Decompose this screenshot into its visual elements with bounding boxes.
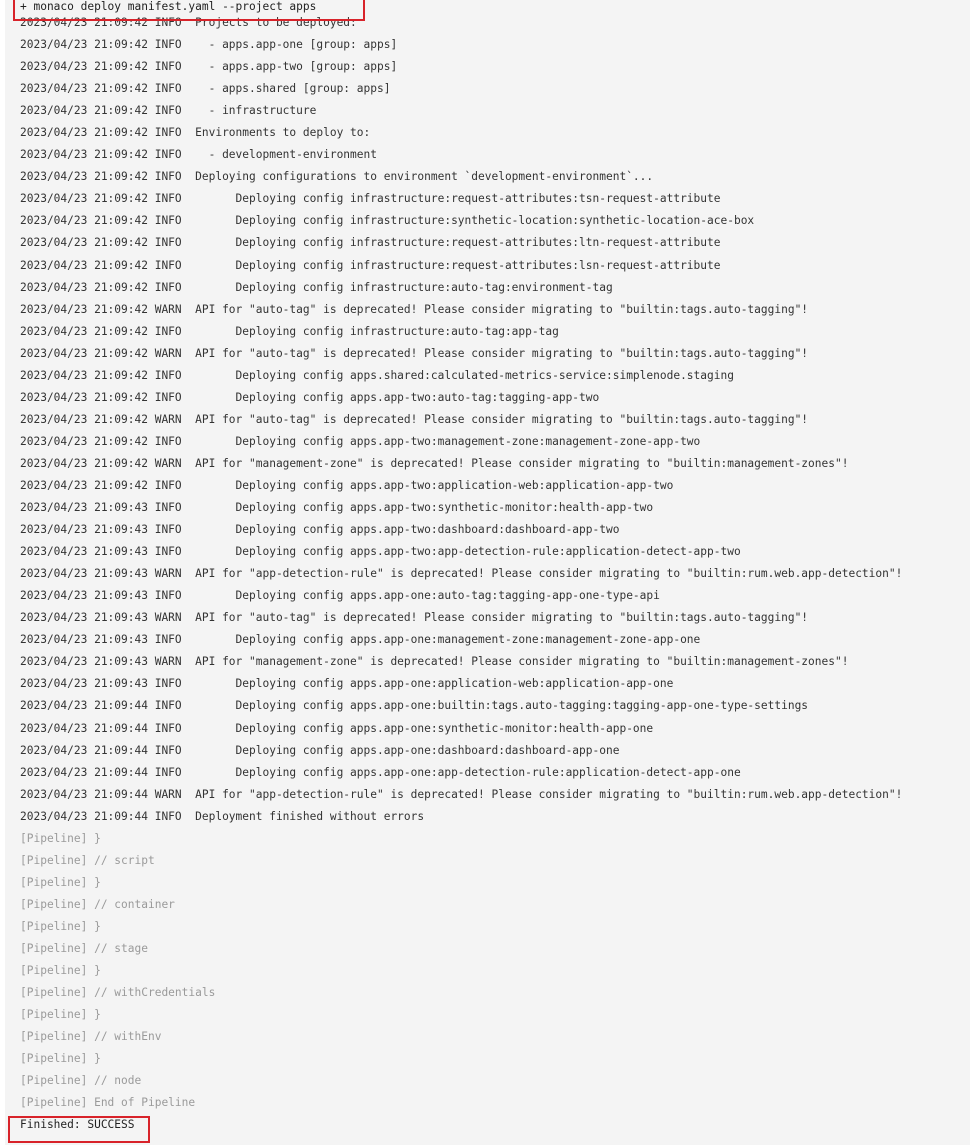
log-line: 2023/04/23 21:09:43 INFO Deploying confi… xyxy=(20,589,660,603)
log-line: 2023/04/23 21:09:42 INFO - apps.app-one … xyxy=(20,38,398,52)
log-line: 2023/04/23 21:09:42 INFO Deploying confi… xyxy=(20,478,674,492)
log-line: 2023/04/23 21:09:42 INFO - infrastructur… xyxy=(20,104,317,118)
log-line: 2023/04/23 21:09:42 INFO Deploying confi… xyxy=(20,214,755,228)
log-line: 2023/04/23 21:09:42 INFO Deploying confi… xyxy=(20,434,701,448)
pipeline-block: [Pipeline] } [Pipeline] // script [Pipelin… xyxy=(20,832,970,1119)
pipeline-line: [Pipeline] // withEnv xyxy=(20,1030,162,1044)
log-line: 2023/04/23 21:09:44 INFO Deploying confi… xyxy=(20,699,809,713)
pipeline-line: [Pipeline] End of Pipeline xyxy=(20,1096,196,1110)
pipeline-line: [Pipeline] // stage xyxy=(20,941,148,955)
log-line: 2023/04/23 21:09:42 INFO Deploying confi… xyxy=(20,324,559,338)
pipeline-line: [Pipeline] } xyxy=(20,964,101,978)
pipeline-line: [Pipeline] // container xyxy=(20,897,175,911)
pipeline-line: [Pipeline] } xyxy=(20,919,101,933)
log-line: 2023/04/23 21:09:42 INFO Projects to be … xyxy=(20,16,357,29)
log-line: 2023/04/23 21:09:42 INFO Deploying confi… xyxy=(20,236,721,250)
log-line: 2023/04/23 21:09:44 INFO Deploying confi… xyxy=(20,721,654,735)
log-line: 2023/04/23 21:09:42 INFO - development-e… xyxy=(20,148,377,162)
log-line: 2023/04/23 21:09:42 INFO Deploying confi… xyxy=(20,390,600,404)
log-line: 2023/04/23 21:09:42 WARN API for "auto-t… xyxy=(20,346,809,360)
log-line: 2023/04/23 21:09:42 INFO - apps.shared [… xyxy=(20,82,391,96)
log-line: 2023/04/23 21:09:42 INFO Deploying confi… xyxy=(20,368,734,382)
log-line: 2023/04/23 21:09:43 WARN API for "manage… xyxy=(20,655,849,669)
log-line: 2023/04/23 21:09:44 INFO Deploying confi… xyxy=(20,765,741,779)
command-line: + monaco deploy manifest.yaml --project … xyxy=(20,0,317,13)
log-line: 2023/04/23 21:09:43 INFO Deploying confi… xyxy=(20,523,620,537)
log-line: 2023/04/23 21:09:42 INFO Environments to… xyxy=(20,126,371,140)
log-line: 2023/04/23 21:09:44 INFO Deploying confi… xyxy=(20,743,620,757)
log-line: 2023/04/23 21:09:43 INFO Deploying confi… xyxy=(20,501,654,515)
log-line: 2023/04/23 21:09:42 WARN API for "auto-t… xyxy=(20,302,809,316)
finished-status: Finished: SUCCESS xyxy=(20,1118,135,1132)
log-line: 2023/04/23 21:09:43 INFO Deploying confi… xyxy=(20,633,701,647)
log-line: 2023/04/23 21:09:43 INFO Deploying confi… xyxy=(20,677,674,691)
log-line: 2023/04/23 21:09:42 INFO Deploying confi… xyxy=(20,192,721,206)
pipeline-line: [Pipeline] } xyxy=(20,1052,101,1066)
log-line: 2023/04/23 21:09:42 WARN API for "auto-t… xyxy=(20,412,809,426)
log-line: 2023/04/23 21:09:42 INFO - apps.app-two … xyxy=(20,60,398,74)
pipeline-line: [Pipeline] // withCredentials xyxy=(20,986,216,1000)
pipeline-line: [Pipeline] } xyxy=(20,875,101,889)
log-line: 2023/04/23 21:09:43 WARN API for "auto-t… xyxy=(20,611,809,625)
console-output: + monaco deploy manifest.yaml --project … xyxy=(5,0,970,1145)
pipeline-line: [Pipeline] // node xyxy=(20,1074,142,1088)
pipeline-line: [Pipeline] // script xyxy=(20,853,155,867)
log-line: 2023/04/23 21:09:44 INFO Deployment fini… xyxy=(20,809,425,823)
log-line: 2023/04/23 21:09:44 WARN API for "app-de… xyxy=(20,787,903,801)
pipeline-line: [Pipeline] } xyxy=(20,831,101,845)
log-line: 2023/04/23 21:09:43 WARN API for "app-de… xyxy=(20,567,903,581)
pipeline-line: [Pipeline] } xyxy=(20,1008,101,1022)
log-block: 2023/04/23 21:09:42 INFO Projects to be … xyxy=(20,16,970,832)
log-line: 2023/04/23 21:09:43 INFO Deploying confi… xyxy=(20,545,741,559)
log-line: 2023/04/23 21:09:42 INFO Deploying confi… xyxy=(20,280,613,294)
log-line: 2023/04/23 21:09:42 WARN API for "manage… xyxy=(20,456,849,470)
console-lines: + monaco deploy manifest.yaml --project … xyxy=(20,0,970,1140)
log-line: 2023/04/23 21:09:42 INFO Deploying confi… xyxy=(20,170,654,184)
log-line: 2023/04/23 21:09:42 INFO Deploying confi… xyxy=(20,258,721,272)
